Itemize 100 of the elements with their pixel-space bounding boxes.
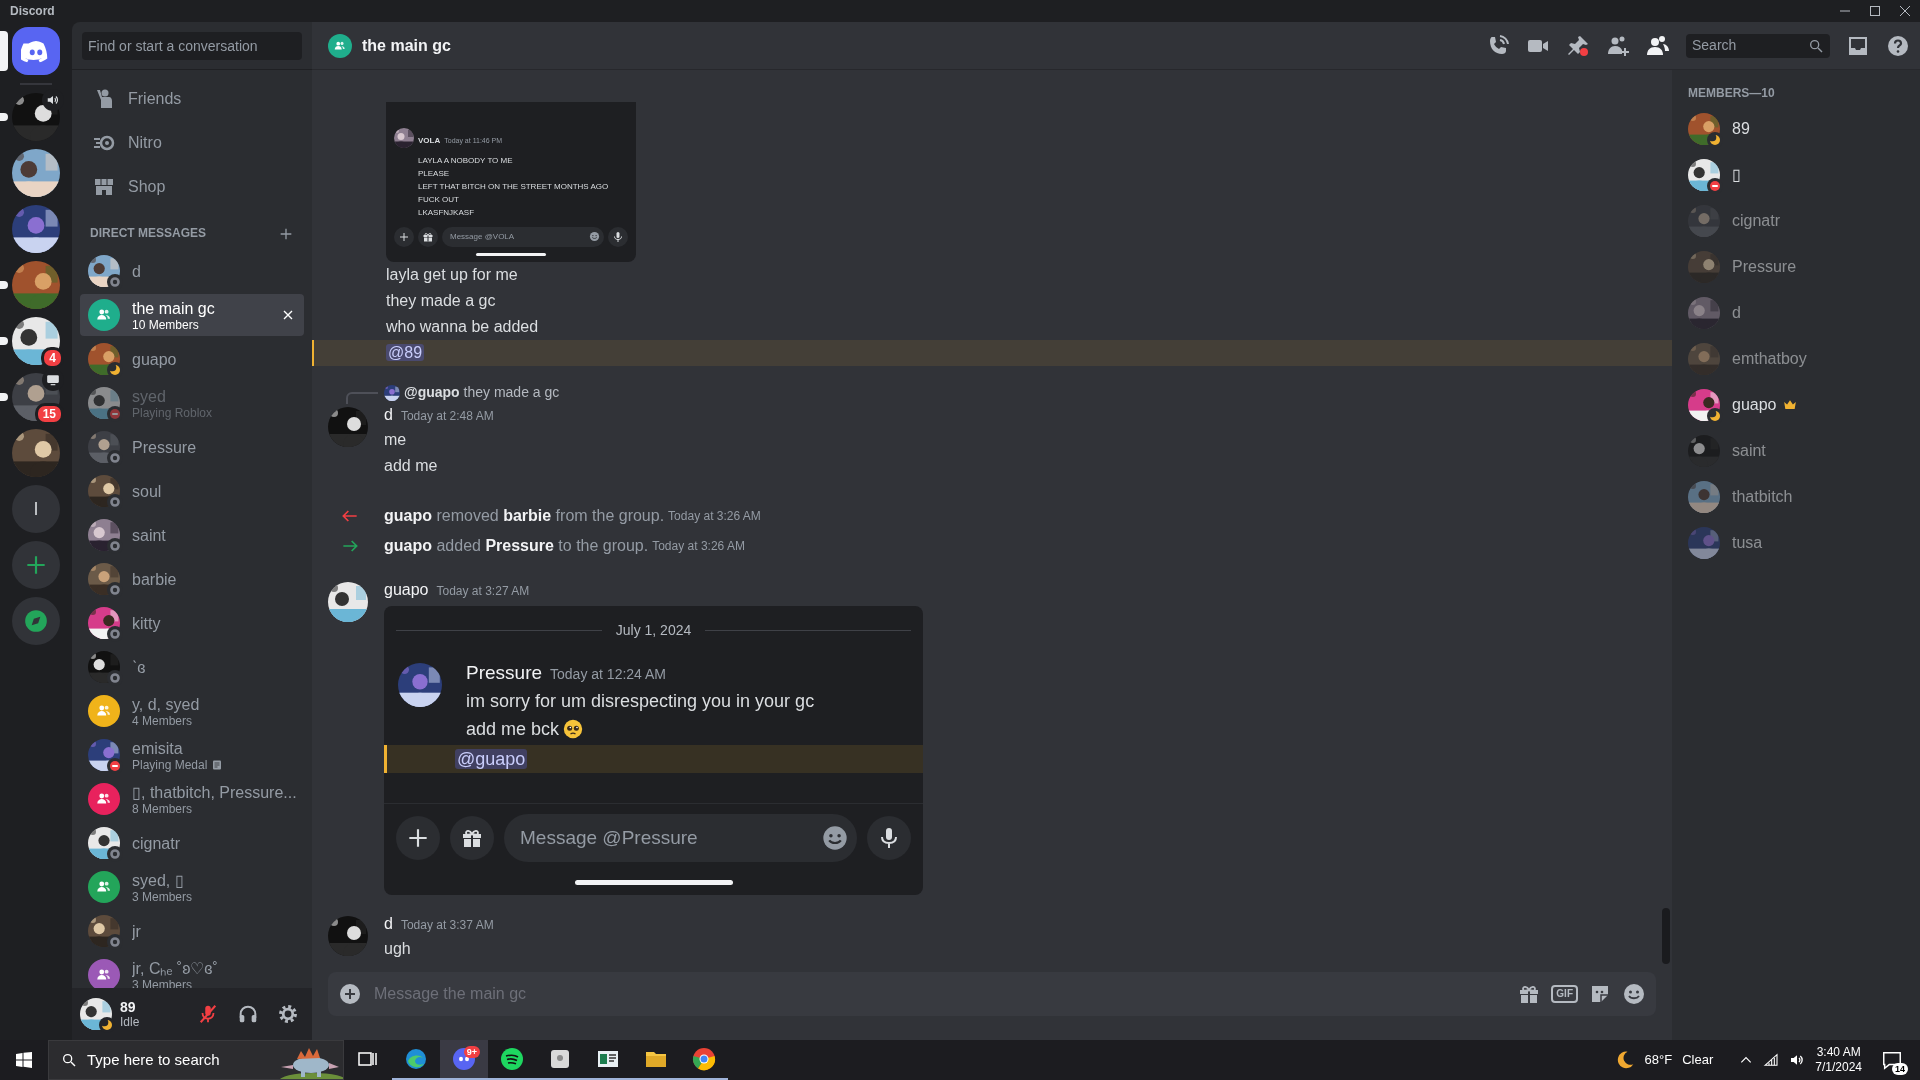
date-divider: July 1, 2024 <box>615 620 692 640</box>
member-name: cignatr <box>1732 211 1781 231</box>
dm-item[interactable]: emisita Playing Medal <box>80 734 304 776</box>
author-name[interactable]: d <box>384 402 393 427</box>
message-field[interactable]: Message the main gc GIF <box>328 972 1656 1016</box>
member-item[interactable]: Pressure <box>1680 244 1912 290</box>
unread-indicator <box>0 113 8 121</box>
message-text: layla get up for me <box>386 265 518 283</box>
maximize-icon[interactable] <box>1869 5 1881 17</box>
dm-item[interactable]: syed, ▯ 3 Members <box>80 866 304 908</box>
dm-subtitle: 3 Members <box>132 977 193 988</box>
member-name: saint <box>1732 441 1766 461</box>
timestamp: Today at 3:27 AM <box>436 582 530 600</box>
nav-item[interactable]: Friends <box>80 78 304 120</box>
member-item[interactable]: 89 <box>1680 106 1912 152</box>
notifications-button[interactable]: 14 <box>1872 1040 1912 1080</box>
dm-item[interactable]: y, d, syed 4 Members <box>80 690 304 732</box>
add-attachment-button[interactable] <box>338 982 362 1006</box>
nav-item[interactable]: Shop <box>80 166 304 208</box>
member-item[interactable]: tusa <box>1680 520 1912 566</box>
pin-icon[interactable] <box>1566 33 1590 58</box>
add-server-button[interactable] <box>12 541 60 589</box>
dm-item[interactable]: cignatr <box>80 822 304 864</box>
message-text: add me <box>384 455 439 476</box>
gif-button[interactable]: GIF <box>1551 985 1578 1003</box>
dm-item[interactable]: jr <box>80 910 304 952</box>
unread-indicator <box>0 281 8 289</box>
dm-item[interactable]: the main gc 10 Members <box>80 294 304 336</box>
plus-icon[interactable] <box>278 226 294 242</box>
dm-subtitle: Playing Roblox <box>132 405 213 420</box>
author-name[interactable]: d <box>384 912 393 936</box>
member-name: d <box>1732 303 1741 323</box>
dm-name: jr, Cₕₑ ˚ʚ♡ɞ˚ <box>132 958 219 978</box>
notification-badge: 9+ <box>463 1046 480 1058</box>
search-field[interactable]: Find or start a conversation <box>82 31 302 60</box>
dm-name: syed <box>132 386 167 406</box>
headphones-icon <box>237 1003 259 1025</box>
unread-indicator <box>0 31 8 71</box>
screenshot[interactable]: July 1, 2024 Pressure Today at 12:24 AM im sorry for um disrespecting you in your gc add me bck @guapo Message @Pressure <box>384 605 923 895</box>
browser-icon[interactable] <box>692 1047 716 1071</box>
scrollbar[interactable] <box>1662 908 1670 964</box>
help-icon[interactable] <box>1886 33 1910 58</box>
dm-item[interactable]: d <box>80 250 304 292</box>
member-item[interactable]: d <box>1680 290 1912 336</box>
emoji-icon <box>821 824 849 852</box>
mention[interactable]: @89 <box>386 343 425 361</box>
timestamp: Today at 3:37 AM <box>400 917 494 934</box>
member-item[interactable]: guapo <box>1680 382 1912 428</box>
message-text: LEFT THAT BITCH ON THE STREET MONTHS AGO <box>418 180 609 193</box>
member-item[interactable]: saint <box>1680 428 1912 474</box>
discover-button[interactable] <box>12 597 60 645</box>
member-item[interactable]: cignatr <box>1680 198 1912 244</box>
dm-item[interactable]: kitty <box>80 602 304 644</box>
message-text: ugh <box>384 939 412 959</box>
author-name[interactable]: guapo <box>384 577 429 602</box>
wifi-icon[interactable] <box>1763 1052 1780 1068</box>
dm-name: y, d, syed <box>132 694 201 714</box>
members-icon[interactable] <box>1646 33 1670 58</box>
clock-time: 3:40 AM <box>1815 1045 1862 1060</box>
dm-item[interactable]: Pressure <box>80 426 304 468</box>
browser-icon[interactable] <box>404 1047 428 1071</box>
dm-name: barbie <box>132 569 178 589</box>
mic-muted-icon <box>197 1003 219 1025</box>
dm-name: jr <box>132 921 142 941</box>
section-title: DIRECT MESSAGES <box>90 225 206 242</box>
member-item[interactable]: thatbitch <box>1680 474 1912 520</box>
nav-item[interactable]: Nitro <box>80 122 304 164</box>
dm-item[interactable]: soul <box>80 470 304 512</box>
server-button[interactable]: l <box>12 485 60 533</box>
dm-name: soul <box>132 481 163 501</box>
member-name: emthatboy <box>1732 349 1807 369</box>
author-name: VOLA <box>418 134 441 147</box>
close-icon[interactable] <box>1899 5 1911 17</box>
group-icon <box>328 33 352 58</box>
dm-subtitle: Playing Medal <box>132 757 208 772</box>
home-button[interactable] <box>12 27 60 75</box>
reply-preview[interactable]: @guapo they made a gc <box>404 382 560 403</box>
emoji-button[interactable] <box>1622 982 1646 1006</box>
music-app-icon[interactable] <box>500 1047 524 1071</box>
dm-item[interactable]: ▯, thatbitch, Pressure... 8 Members <box>80 778 304 820</box>
search-field[interactable]: Search <box>1686 33 1830 58</box>
dm-name: kitty <box>132 613 162 633</box>
member-item[interactable]: ▯ <box>1680 152 1912 198</box>
dm-name: cignatr <box>132 833 182 853</box>
dm-item[interactable]: saint <box>80 514 304 556</box>
dm-name: saint <box>132 525 167 545</box>
channel-title: the main gc <box>362 35 451 56</box>
system-message-text: guapo removed barbie from the group. <box>384 505 665 526</box>
dm-item[interactable]: guapo <box>80 338 304 380</box>
settings-icon <box>277 1003 299 1025</box>
message-text: they made a gc <box>386 291 496 309</box>
member-name: tusa <box>1732 533 1763 553</box>
app-icon[interactable] <box>548 1047 572 1071</box>
emoji-icon <box>563 719 584 739</box>
member-name: guapo <box>1732 395 1777 415</box>
member-item[interactable]: emthatboy <box>1680 336 1912 382</box>
dm-item[interactable]: barbie <box>80 558 304 600</box>
search-icon <box>1808 37 1824 54</box>
dm-item[interactable]: ˋɞ <box>80 646 304 688</box>
taskbar-search-field[interactable]: Type here to search <box>48 1040 344 1080</box>
